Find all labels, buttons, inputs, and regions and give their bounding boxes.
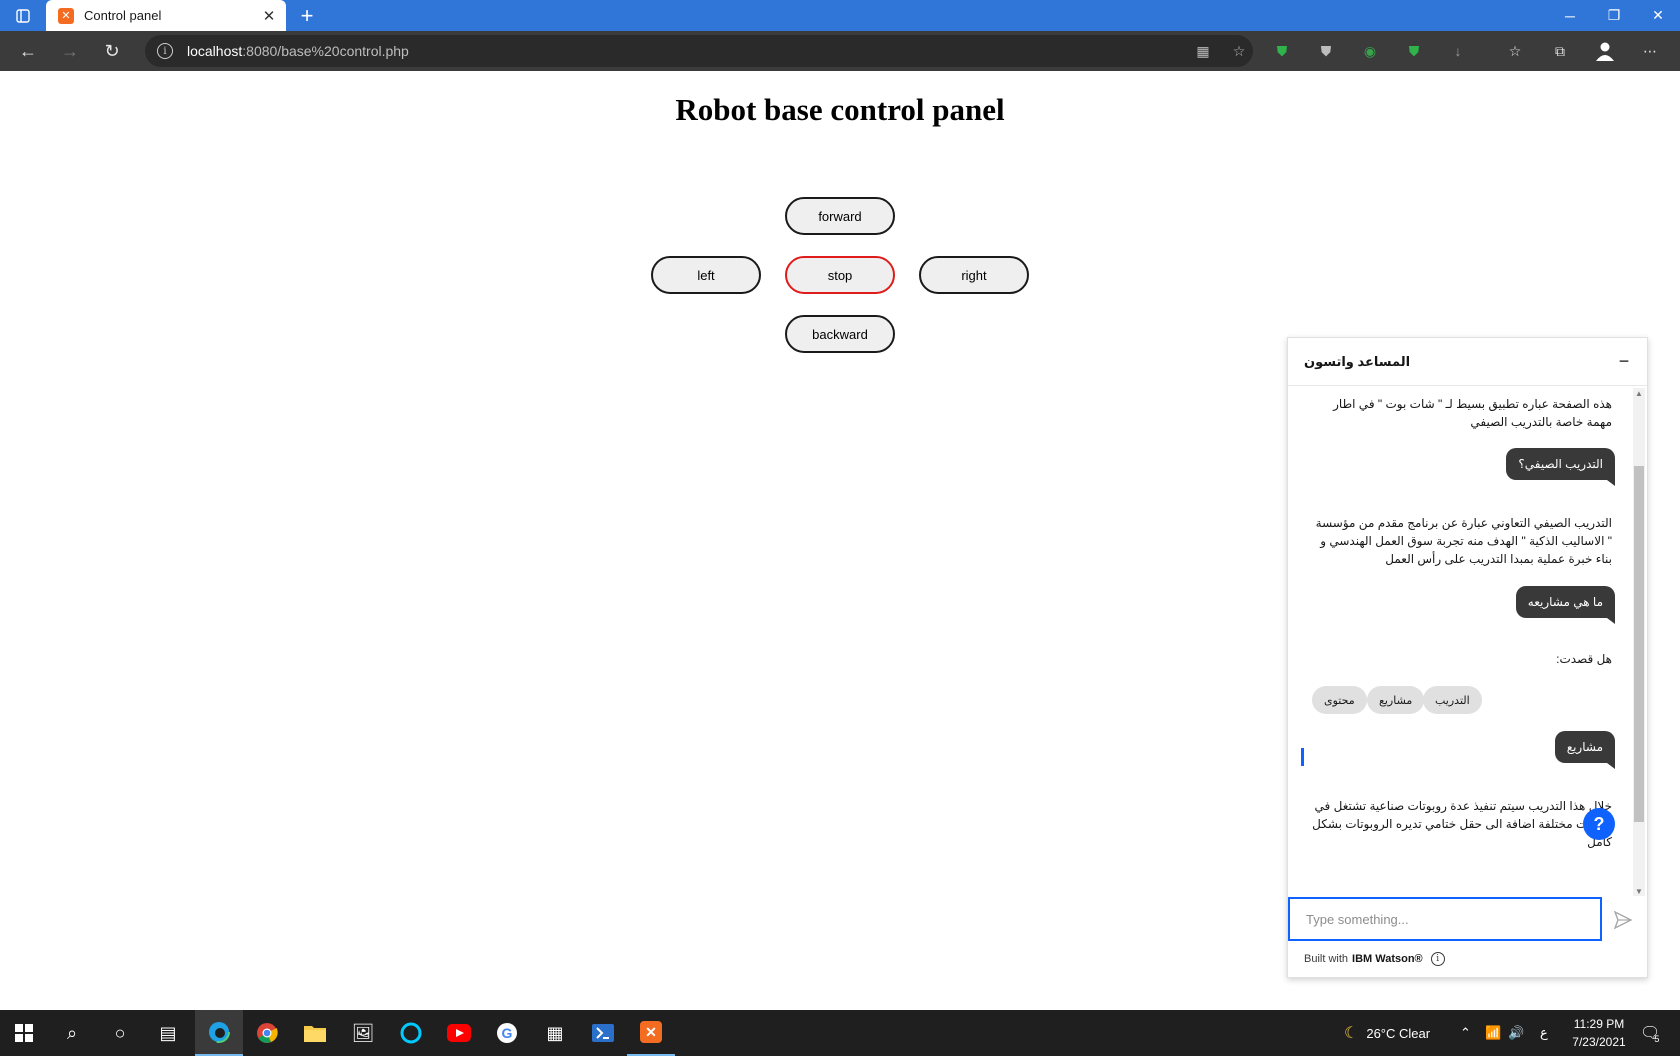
new-tab-icon[interactable]: +: [292, 0, 322, 31]
weather-widget[interactable]: ☾ 26°C Clear: [1344, 1010, 1430, 1056]
user-message: ما هي مشاريعه: [1515, 586, 1616, 624]
edge-browser-icon[interactable]: [195, 1010, 243, 1056]
restore-icon[interactable]: ❐: [1592, 0, 1636, 31]
notification-count: 5: [1654, 1034, 1660, 1044]
suggestion-chip[interactable]: مشاريع: [1367, 686, 1425, 714]
chat-footer: Built with IBM Watson® i: [1304, 952, 1445, 966]
browser-toolbar: ← → ↻ i localhost:8080/base%20control.ph…: [0, 31, 1680, 71]
moon-icon: ☾: [1344, 1025, 1359, 1042]
start-icon[interactable]: [0, 1010, 48, 1056]
app-available-icon[interactable]: ▦: [1195, 43, 1211, 59]
chat-header: المساعد واتسون −: [1288, 338, 1647, 386]
date-text: 7/23/2021: [1572, 1035, 1626, 1049]
page-title: Robot base control panel: [675, 92, 1005, 127]
notifications-icon[interactable]: 🗨 5: [1640, 1010, 1660, 1056]
help-button[interactable]: ?: [1583, 808, 1615, 840]
suggestion-chip[interactable]: محتوى: [1312, 686, 1367, 714]
chat-scrollbar[interactable]: ▲ ▼: [1633, 388, 1645, 896]
xampp-favicon-icon: ✕: [58, 7, 74, 24]
minimize-icon[interactable]: ─: [1548, 0, 1592, 31]
browser-tab[interactable]: ✕ Control panel ✕: [46, 0, 286, 31]
forward-button[interactable]: forward: [785, 197, 895, 235]
photos-icon[interactable]: 🖼: [339, 1010, 387, 1056]
chat-scroll-thumb[interactable]: [1634, 466, 1644, 822]
file-explorer-icon[interactable]: [291, 1010, 339, 1056]
backward-button[interactable]: backward: [785, 315, 895, 353]
show-hidden-icons[interactable]: ⌃: [1460, 1010, 1471, 1056]
bot-message: التدريب الصيفي التعاوني عبارة عن برنامج …: [1315, 516, 1612, 566]
chat-message-input[interactable]: Type something...: [1288, 897, 1602, 941]
bot-message: خلال هذا التدريب سيتم تنفيذ عدة روبوتات …: [1312, 799, 1612, 849]
svg-text:G: G: [502, 1025, 513, 1041]
scroll-down-icon[interactable]: ▼: [1633, 886, 1645, 896]
address-bar[interactable]: i localhost:8080/base%20control.php ▦ ☆: [145, 35, 1253, 67]
url-text: localhost:8080/base%20control.php: [187, 43, 409, 59]
cortana-icon[interactable]: ○: [96, 1010, 144, 1056]
bot-message: هذه الصفحة عباره تطبيق بسيط لـ " شات بوت…: [1333, 397, 1612, 429]
tracker-extension-icon[interactable]: ◉: [1360, 41, 1380, 61]
suggestion-chip[interactable]: التدريب: [1423, 686, 1482, 714]
svg-text:✕: ✕: [645, 1024, 657, 1040]
footer-brand: IBM Watson®: [1352, 953, 1423, 965]
chat-widget: المساعد واتسون − ▲ ▼ هذه الصفحة عباره تط…: [1287, 337, 1648, 978]
add-favorite-icon[interactable]: ☆: [1231, 43, 1247, 59]
left-button[interactable]: left: [651, 256, 761, 294]
adblock-extension-icon[interactable]: ⛊: [1404, 41, 1424, 61]
weather-text: 26°C Clear: [1366, 1025, 1431, 1041]
calculator-icon[interactable]: ▦: [531, 1010, 579, 1056]
volume-icon[interactable]: 🔊: [1508, 1010, 1524, 1056]
alexa-icon[interactable]: [387, 1010, 435, 1056]
privacy-extension-icon[interactable]: ⛊: [1316, 41, 1336, 61]
youtube-icon[interactable]: [435, 1010, 483, 1056]
send-icon[interactable]: [1606, 903, 1640, 937]
minimize-chat-icon[interactable]: −: [1613, 350, 1635, 372]
browser-titlebar: ✕ Control panel ✕ + ─ ❐ ✕: [0, 0, 1680, 31]
powershell-icon[interactable]: [579, 1010, 627, 1056]
network-icon[interactable]: 📶: [1485, 1010, 1501, 1056]
tab-title: Control panel: [84, 8, 162, 23]
clock[interactable]: 11:29 PM 7/23/2021: [1556, 1015, 1642, 1051]
site-info-icon[interactable]: i: [157, 43, 173, 59]
scroll-up-icon[interactable]: ▲: [1633, 388, 1645, 398]
info-icon[interactable]: i: [1430, 952, 1445, 966]
footer-text: Built with: [1304, 953, 1349, 965]
tab-actions-icon[interactable]: [0, 0, 46, 31]
forward-nav-icon[interactable]: →: [50, 31, 90, 71]
profile-icon[interactable]: [1595, 41, 1615, 61]
close-window-icon[interactable]: ✕: [1636, 0, 1680, 31]
settings-menu-icon[interactable]: ⋯: [1640, 41, 1660, 61]
input-language[interactable]: ع: [1540, 1010, 1548, 1056]
chat-title: المساعد واتسون: [1304, 353, 1411, 369]
shield-extension-icon[interactable]: ⛊: [1272, 41, 1292, 61]
search-icon[interactable]: ⌕: [48, 1010, 96, 1056]
download-icon[interactable]: ↓: [1448, 41, 1468, 61]
windows-taskbar: ⌕ ○ ▤ 🖼 G ▦ ✕ ☾ 26°C Clear ⌃ 📶 🔊 ع 11:29…: [0, 1010, 1680, 1056]
user-message: التدريب الصيفي؟: [1506, 448, 1615, 486]
xampp-icon[interactable]: ✕: [627, 1010, 675, 1056]
google-icon[interactable]: G: [483, 1010, 531, 1056]
favorites-icon[interactable]: ☆: [1505, 41, 1525, 61]
time-text: 11:29 PM: [1573, 1017, 1625, 1031]
stop-button[interactable]: stop: [785, 256, 895, 294]
back-icon[interactable]: ←: [8, 31, 48, 71]
user-message: مشاريع: [1554, 731, 1616, 769]
bot-message: هل قصدت:: [1556, 652, 1612, 666]
collections-icon[interactable]: ⧉: [1550, 41, 1570, 61]
chrome-icon[interactable]: [243, 1010, 291, 1056]
right-button[interactable]: right: [919, 256, 1029, 294]
task-view-icon[interactable]: ▤: [144, 1010, 192, 1056]
latest-message-indicator: [1301, 748, 1304, 766]
tab-close-icon[interactable]: ✕: [258, 5, 280, 27]
refresh-icon[interactable]: ↻: [92, 31, 132, 71]
